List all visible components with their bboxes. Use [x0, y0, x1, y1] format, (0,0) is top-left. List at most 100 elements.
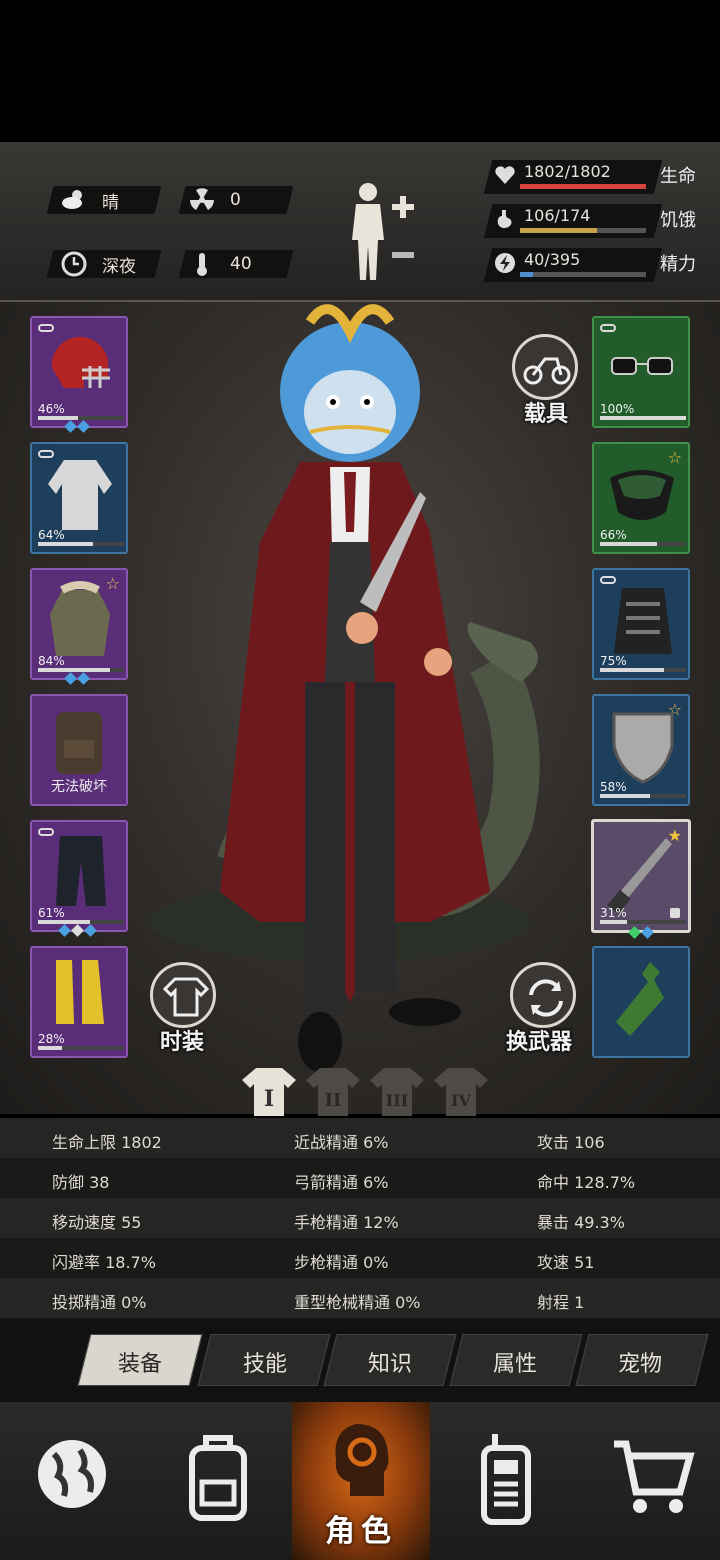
walkie-talkie-icon	[481, 1434, 531, 1525]
durability-label: 28%	[38, 1032, 65, 1046]
hunger-value: 106/174	[524, 206, 591, 225]
stat-cell: 命中 128.7%	[537, 1173, 636, 1192]
stat-cell: 投掷精通 0%	[52, 1293, 147, 1312]
fashion-label: 时装	[160, 1030, 205, 1055]
durability-label: 46%	[38, 402, 65, 416]
stat-cell: 暴击 49.3%	[537, 1213, 625, 1232]
vital-health: 1802/1802 生命	[483, 158, 708, 194]
radiation-value: 0	[230, 190, 241, 210]
link-icon	[600, 324, 616, 332]
svg-text:IV: IV	[451, 1091, 471, 1110]
stat-cell: 防御 38	[52, 1173, 110, 1192]
nav-backpack[interactable]	[144, 1402, 288, 1560]
thermometer-icon	[197, 253, 207, 276]
tab-label: 技能	[243, 1352, 288, 1377]
tab-label: 属性	[493, 1352, 538, 1377]
gem-slots	[64, 672, 90, 685]
stomach-icon	[497, 210, 512, 228]
stat-cell: 生命上限 1802	[52, 1133, 162, 1152]
nav-radio[interactable]	[432, 1402, 576, 1560]
tab-label: 装备	[118, 1352, 163, 1377]
heart-icon	[495, 166, 515, 184]
stat-cell: 移动速度 55	[52, 1213, 142, 1232]
status-header: 晴 0 深夜 40 1802/1802 生命 106/174 饥饿 40/395…	[0, 142, 720, 302]
slot-boots[interactable]: 28%	[30, 946, 128, 1058]
slot-shirt[interactable]: 64%	[30, 442, 128, 554]
vehicle-button[interactable]	[512, 334, 578, 400]
lightning-icon	[495, 253, 515, 273]
swap-weapon-label: 换武器	[506, 1030, 573, 1055]
clock-icon	[61, 251, 87, 277]
fashion-button[interactable]	[150, 962, 216, 1028]
table-row: 移动速度 55 手枪精通 12% 暴击 49.3%	[0, 1198, 720, 1238]
nav-character[interactable]: 角色	[292, 1402, 430, 1560]
backpack-icon	[189, 1435, 247, 1521]
durability-bar	[600, 920, 627, 924]
health-value: 1802/1802	[524, 162, 611, 181]
durability-bar	[600, 542, 657, 546]
stat-cell: 攻击 106	[537, 1133, 605, 1152]
health-bar	[520, 184, 646, 189]
cloud-sun-icon	[62, 190, 82, 209]
durability-bar	[600, 794, 650, 798]
vehicle-label: 载具	[524, 402, 569, 427]
bottom-nav: 角色	[0, 1402, 720, 1560]
hunger-label: 饥饿	[660, 210, 696, 231]
nav-character-label: 角色	[325, 1514, 397, 1549]
slot-backpack[interactable]: 无法破坏	[30, 694, 128, 806]
link-icon	[600, 576, 616, 584]
nav-map[interactable]	[0, 1402, 144, 1560]
outfit-tab-2[interactable]: II	[306, 1066, 360, 1118]
body-status-icon[interactable]	[344, 180, 420, 284]
cart-icon	[614, 1440, 695, 1513]
temperature-value: 40	[230, 254, 252, 274]
shirt-icon	[48, 460, 112, 530]
durability-label: 66%	[600, 528, 627, 542]
outfit-tab-3[interactable]: III	[370, 1066, 424, 1118]
gem-slots	[64, 420, 90, 433]
durability-label: 31%	[600, 906, 627, 920]
tab-label: 知识	[368, 1352, 413, 1377]
durability-label: 64%	[38, 528, 65, 542]
energy-label: 精力	[660, 254, 696, 275]
stat-cell: 攻速 51	[537, 1253, 595, 1272]
durability-label: 61%	[38, 906, 65, 920]
pants-icon	[56, 836, 106, 906]
slot-glasses[interactable]: 100%	[592, 316, 690, 428]
durability-bar	[38, 1046, 62, 1050]
outfit-tab-1[interactable]: I	[242, 1066, 296, 1118]
vital-hunger: 106/174 饥饿	[483, 202, 708, 238]
radiation-icon	[190, 188, 214, 210]
svg-text:II: II	[325, 1090, 342, 1111]
weather-value: 晴	[102, 192, 119, 213]
tactical-vest-icon	[614, 588, 672, 654]
slot-weapon[interactable]: ★ 31%	[591, 819, 691, 933]
slot-pants[interactable]: 61%	[30, 820, 128, 932]
boots-icon	[56, 960, 104, 1024]
slot-throwable[interactable]	[592, 946, 690, 1058]
durability-label: 58%	[600, 780, 627, 794]
outfit-tab-4[interactable]: IV	[434, 1066, 488, 1118]
slot-vest[interactable]: 75%	[592, 568, 690, 680]
attribute-table: 生命上限 1802 近战精通 6% 攻击 106 防御 38 弓箭精通 6% 命…	[0, 1118, 720, 1318]
shield-icon	[612, 712, 674, 784]
durability-bar	[600, 416, 686, 420]
unbreakable-label: 无法破坏	[51, 779, 107, 795]
slot-mask[interactable]: ☆ 66%	[592, 442, 690, 554]
character-panel: 46% 64% ☆ 84% 无法破坏 61% 28% 100% ☆ 66% 75…	[0, 302, 720, 1114]
backpack-icon	[56, 712, 102, 774]
stat-cell: 近战精通 6%	[294, 1133, 389, 1152]
time-value: 深夜	[102, 256, 136, 277]
globe-icon	[38, 1440, 106, 1508]
energy-value: 40/395	[524, 250, 581, 269]
durability-bar	[38, 416, 78, 420]
parka-icon	[50, 581, 110, 656]
stat-cell: 手枪精通 12%	[294, 1213, 399, 1232]
durability-label: 75%	[600, 654, 627, 668]
slot-helmet[interactable]: 46%	[30, 316, 128, 428]
slot-jacket[interactable]: ☆ 84%	[30, 568, 128, 680]
swap-weapon-button[interactable]	[510, 962, 576, 1028]
nav-shop[interactable]	[576, 1402, 720, 1560]
slot-shield[interactable]: ☆ 58%	[592, 694, 690, 806]
motorcycle-icon	[523, 357, 571, 385]
